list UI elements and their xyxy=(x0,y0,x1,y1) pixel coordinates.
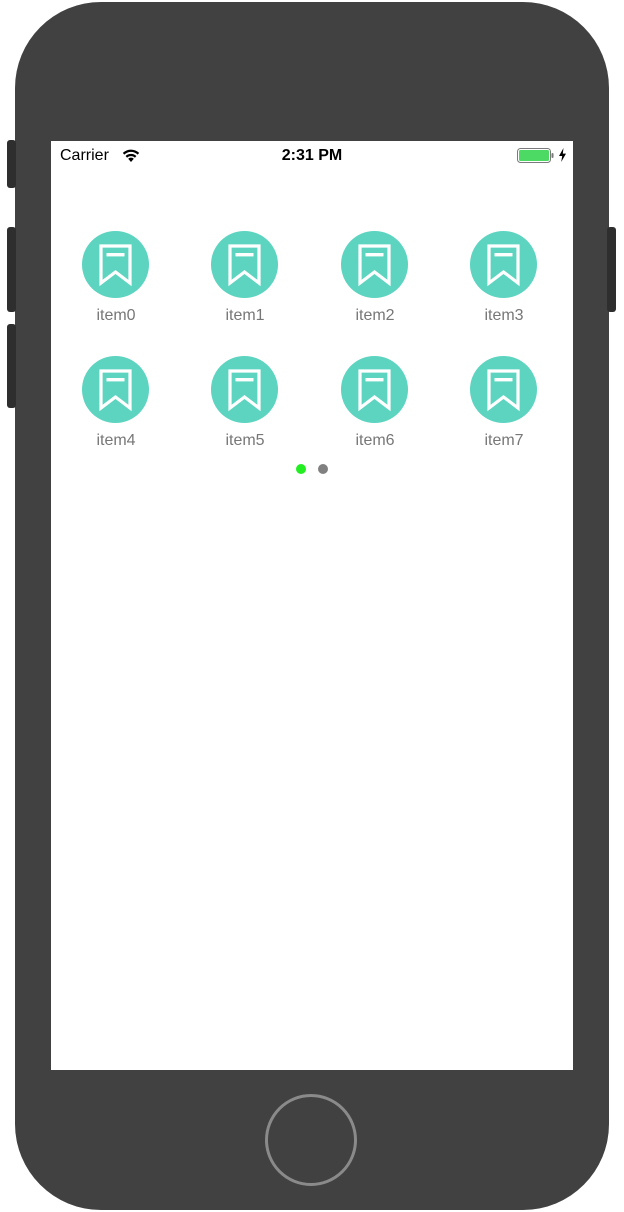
grid-item-label: item1 xyxy=(225,307,265,324)
grid-item-label: item7 xyxy=(484,432,524,449)
bookmark-icon xyxy=(82,231,149,298)
grid-item-6[interactable]: item6 xyxy=(325,355,425,480)
grid-item-label: item3 xyxy=(484,307,524,324)
grid-item-4[interactable]: item4 xyxy=(66,355,166,480)
status-time: 2:31 PM xyxy=(281,147,343,164)
grid-item-1[interactable]: item1 xyxy=(195,230,295,355)
grid-item-5[interactable]: item5 xyxy=(195,355,295,480)
bookmark-icon xyxy=(470,356,537,423)
status-bar: Carrier 2:31 PM xyxy=(51,141,573,169)
grid-item-label: item6 xyxy=(355,432,395,449)
bookmark-icon xyxy=(470,231,537,298)
battery-full-icon xyxy=(517,148,554,163)
page-dot-active[interactable] xyxy=(296,464,306,474)
grid-item-label: item0 xyxy=(96,307,136,324)
bookmark-icon xyxy=(341,231,408,298)
grid-item-label: item2 xyxy=(355,307,395,324)
power-button xyxy=(607,227,616,312)
bookmark-icon xyxy=(341,356,408,423)
screen: Carrier 2:31 PM item0 item1 item2 item3 item… xyxy=(51,141,573,1070)
grid-row: item4 item5 item6 item7 xyxy=(51,355,573,480)
bookmark-icon xyxy=(211,356,278,423)
page-control[interactable] xyxy=(296,464,336,476)
grid-item-2[interactable]: item2 xyxy=(325,230,425,355)
volume-down-button xyxy=(7,324,16,408)
bookmark-icon xyxy=(82,356,149,423)
page-dot[interactable] xyxy=(318,464,328,474)
grid-item-0[interactable]: item0 xyxy=(66,230,166,355)
item-grid: item0 item1 item2 item3 item4 item5 item6 item7 xyxy=(51,230,573,480)
charging-bolt-icon xyxy=(559,148,566,162)
grid-item-7[interactable]: item7 xyxy=(454,355,554,480)
mute-switch xyxy=(7,140,16,188)
volume-up-button xyxy=(7,227,16,312)
home-button[interactable] xyxy=(265,1094,357,1186)
grid-item-3[interactable]: item3 xyxy=(454,230,554,355)
grid-item-label: item4 xyxy=(96,432,136,449)
bookmark-icon xyxy=(211,231,278,298)
grid-row: item0 item1 item2 item3 xyxy=(51,230,573,355)
grid-item-label: item5 xyxy=(225,432,265,449)
